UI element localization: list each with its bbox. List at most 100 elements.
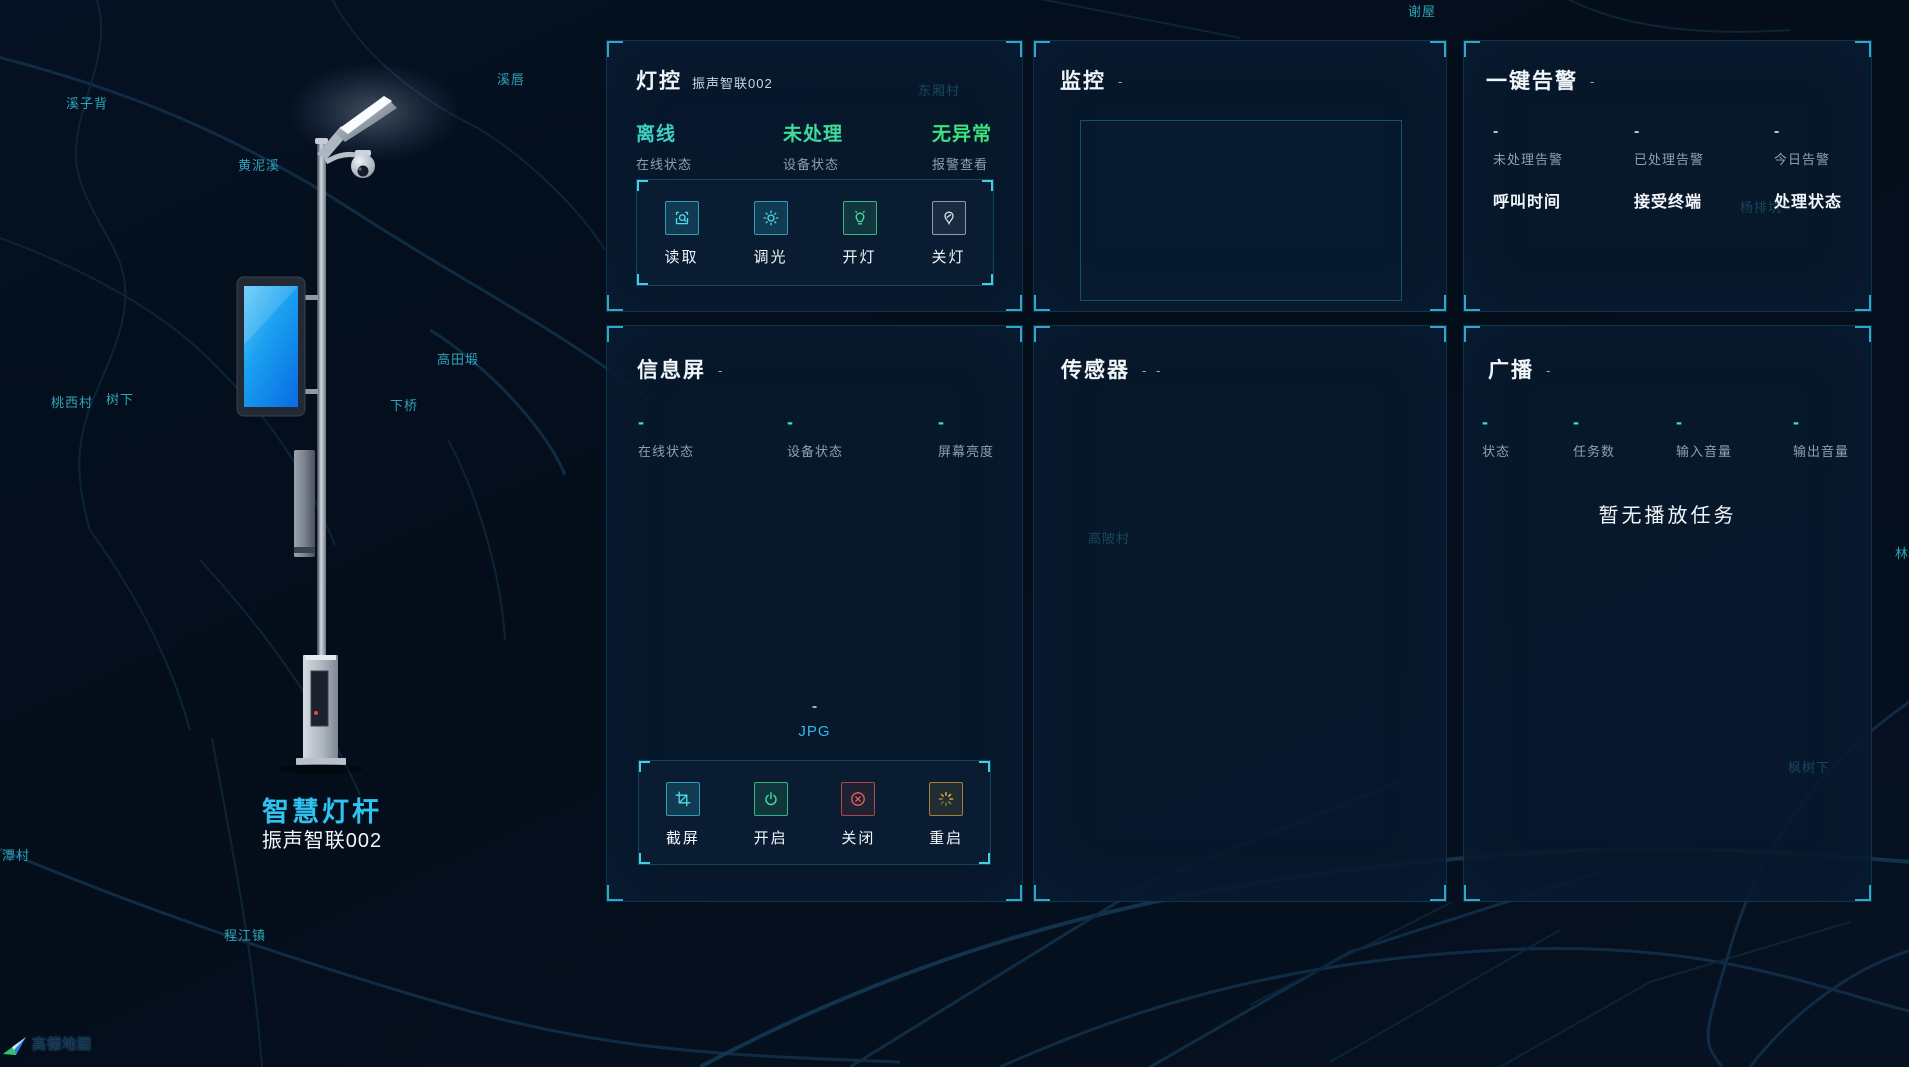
panel-alarm-title: 一键告警-	[1486, 65, 1597, 95]
panel-title-text: 广播	[1488, 359, 1534, 382]
map-label: 芦潭村	[0, 845, 30, 864]
stat-device-status: - 设备状态	[787, 412, 843, 460]
amap-paper-plane-icon	[2, 1031, 28, 1057]
stat-value: -	[1573, 412, 1615, 433]
button-label: 读取	[664, 246, 698, 267]
stat-value: -	[1793, 412, 1849, 433]
panel-title-suffix: -	[718, 363, 725, 378]
media-block: - JPG	[607, 698, 1022, 740]
stat-device-status: 未处理 设备状态	[783, 119, 843, 173]
amap-logo-label: 高德地图	[32, 1034, 92, 1054]
stat-label: 设备状态	[787, 441, 843, 460]
map-label: 杨排坑	[1740, 197, 1782, 216]
stat-value: -	[1482, 412, 1510, 433]
button-label: 开灯	[842, 246, 876, 267]
map-label: 高田塅	[437, 349, 479, 368]
stat-label: 屏幕亮度	[938, 441, 994, 460]
map-label: 桃西村	[51, 392, 93, 411]
panel-title-suffix: -	[1118, 74, 1125, 89]
stat-label: 未处理告警	[1493, 149, 1563, 168]
media-value: -	[607, 698, 1022, 716]
panel-broadcast-title: 广播-	[1488, 354, 1553, 384]
monitor-video-placeholder	[1080, 120, 1402, 301]
dim-icon	[754, 201, 788, 235]
panel-monitor: 监控-	[1033, 40, 1447, 312]
stat-online-status: - 在线状态	[638, 412, 694, 460]
panel-title-suffix: - -	[1142, 363, 1163, 378]
stat-value: 未处理	[783, 119, 843, 146]
info-screen-button-box: 截屏 开启	[638, 760, 991, 865]
panel-title-text: 传感器	[1061, 359, 1130, 382]
map-label: 东厢村	[918, 80, 960, 99]
map-label: 程江镇	[224, 925, 266, 944]
smart-lamp-dashboard: 谢屋溪子背黄泥溪溪唇东厢村高田塅桃西村树下下桥杨排坑高陂村芦潭村程江镇枫树下林 …	[0, 0, 1909, 1067]
panel-title-text: 信息屏	[637, 359, 706, 382]
stat-value: -	[1493, 123, 1563, 141]
screenshot-button[interactable]: 截屏	[639, 761, 727, 864]
stat-handled-alarms: - 已处理告警	[1634, 123, 1704, 168]
stat-value: 离线	[636, 119, 692, 146]
stat-today-alarms: - 今日告警	[1774, 123, 1830, 168]
dim-button[interactable]: 调光	[726, 180, 815, 285]
map-label: 谢屋	[1408, 1, 1436, 20]
device-name: 振声智联002	[692, 76, 773, 91]
stat-value: 无异常	[932, 119, 992, 146]
stat-broadcast-status: - 状态	[1482, 412, 1510, 460]
power-on-icon	[754, 782, 788, 816]
amap-logo[interactable]: 高德地图	[2, 1031, 92, 1057]
panel-title-text: 监控	[1060, 70, 1106, 93]
stat-value: -	[787, 412, 843, 433]
map-label: 树下	[106, 389, 134, 408]
broadcast-empty-text: 暂无播放任务	[1464, 499, 1871, 528]
panel-light-control: 灯控振声智联002 离线 在线状态 未处理 设备状态 无异常 报警查看	[606, 40, 1023, 312]
close-button[interactable]: 关闭	[815, 761, 903, 864]
map-label: 林	[1895, 543, 1909, 562]
close-icon	[841, 782, 875, 816]
light-on-icon	[843, 201, 877, 235]
stat-label: 输入音量	[1676, 441, 1732, 460]
lamp-glow	[288, 62, 458, 162]
media-format: JPG	[607, 723, 1022, 740]
button-label: 截屏	[666, 827, 700, 848]
lamp-subtitle: 振声智联002	[212, 824, 432, 853]
stat-alarm-view: 无异常 报警查看	[932, 119, 992, 173]
power-on-button[interactable]: 开启	[727, 761, 815, 864]
restart-button[interactable]: 重启	[902, 761, 990, 864]
stat-label: 状态	[1482, 441, 1510, 460]
map-label: 枫树下	[1788, 757, 1830, 776]
stat-label: 今日告警	[1774, 149, 1830, 168]
stat-value: -	[638, 412, 694, 433]
map-label: 高陂村	[1088, 528, 1130, 547]
light-control-button-box: 读取 调光	[636, 179, 994, 286]
panel-alarm: 一键告警- - 未处理告警 - 已处理告警 - 今日告警 呼叫时间 接受终端 处…	[1463, 40, 1872, 312]
stat-value: -	[1676, 412, 1732, 433]
stat-label: 报警查看	[932, 154, 992, 173]
screenshot-icon	[666, 782, 700, 816]
button-label: 关灯	[931, 246, 965, 267]
read-button[interactable]: 读取	[637, 180, 726, 285]
stat-label: 已处理告警	[1634, 149, 1704, 168]
stat-label: 输出音量	[1793, 441, 1849, 460]
panel-title-text: 一键告警	[1486, 70, 1578, 93]
light-on-button[interactable]: 开灯	[815, 180, 904, 285]
panel-title-text: 灯控	[636, 70, 682, 93]
button-label: 关闭	[841, 827, 875, 848]
stat-online-status: 离线 在线状态	[636, 119, 692, 173]
button-label: 开启	[754, 827, 788, 848]
stat-value: -	[1774, 123, 1830, 141]
alarm-column-handle-status: 处理状态	[1774, 188, 1842, 212]
stat-label: 任务数	[1573, 441, 1615, 460]
stat-value: -	[938, 412, 994, 433]
panel-sensor-title: 传感器 - -	[1061, 354, 1163, 384]
light-off-icon	[932, 201, 966, 235]
light-off-button[interactable]: 关灯	[904, 180, 993, 285]
map-label: 黄泥溪	[238, 155, 280, 174]
stat-task-count: - 任务数	[1573, 412, 1615, 460]
panel-sensor: 传感器 - -	[1033, 325, 1447, 902]
button-label: 重启	[929, 827, 963, 848]
panel-title-suffix: -	[1590, 74, 1597, 89]
panel-title-suffix: -	[1546, 363, 1553, 378]
button-label: 调光	[753, 246, 787, 267]
alarm-column-call-time: 呼叫时间	[1493, 188, 1561, 212]
stat-value: -	[1634, 123, 1704, 141]
